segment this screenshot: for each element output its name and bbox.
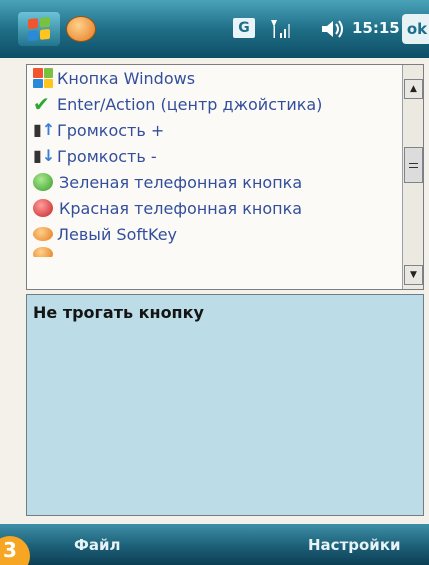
list-item-green-phone[interactable]: Зеленая телефонная кнопка [27, 169, 402, 195]
file-softkey[interactable]: Файл [74, 536, 121, 554]
softkey-icon [33, 227, 53, 241]
volume-up-icon: ▮↑ [33, 120, 56, 139]
app-icon[interactable] [66, 16, 96, 42]
list-item-left-softkey[interactable]: Левый SoftKey [27, 221, 402, 247]
softkey-icon [33, 247, 53, 257]
green-phone-icon [33, 173, 53, 191]
volume-icon[interactable] [320, 18, 346, 46]
button-list[interactable]: Кнопка Windows ✔ Enter/Action (центр джо… [26, 64, 424, 290]
list-scrollbar[interactable]: ▲ ▼ [402, 65, 423, 289]
volume-down-icon: ▮↓ [33, 146, 56, 165]
list-item-label: Зеленая телефонная кнопка [59, 172, 303, 192]
clock[interactable]: 15:15 [352, 19, 400, 37]
list-item-partial[interactable] [27, 247, 402, 257]
list-item-red-phone[interactable]: Красная телефонная кнопка [27, 195, 402, 221]
list-item-volume-down[interactable]: ▮↓ Громкость - [27, 143, 402, 169]
list-item-label: Громкость - [57, 146, 157, 166]
list-item-enter-action[interactable]: ✔ Enter/Action (центр джойстика) [27, 91, 402, 117]
red-phone-icon [33, 199, 53, 217]
g-indicator: G [233, 18, 255, 38]
description-panel: Не трогать кнопку [26, 294, 424, 516]
signal-icon[interactable] [268, 18, 292, 46]
start-button[interactable] [18, 12, 60, 46]
description-text: Не трогать кнопку [33, 303, 204, 322]
list-item-volume-up[interactable]: ▮↑ Громкость + [27, 117, 402, 143]
title-bar: G 15:15 ok [0, 0, 429, 58]
windows-flag-icon [28, 16, 50, 42]
check-icon: ✔ [33, 92, 50, 116]
list-item-label: Красная телефонная кнопка [59, 198, 303, 218]
ok-button[interactable]: ok [402, 14, 429, 44]
windows-flag-icon [33, 68, 53, 88]
settings-softkey[interactable]: Настройки [308, 536, 401, 554]
list-item-label: Громкость + [57, 120, 165, 140]
scroll-thumb[interactable] [404, 147, 423, 183]
softkey-bar: Файл Настройки [0, 524, 429, 565]
scroll-up-button[interactable]: ▲ [404, 79, 423, 99]
list-item-label: Enter/Action (центр джойстика) [57, 94, 323, 114]
scroll-down-button[interactable]: ▼ [404, 265, 423, 285]
list-item-label: Кнопка Windows [57, 68, 196, 88]
list-items: Кнопка Windows ✔ Enter/Action (центр джо… [27, 65, 402, 289]
list-item-label: Левый SoftKey [57, 224, 177, 244]
list-item-windows-button[interactable]: Кнопка Windows [27, 65, 402, 91]
